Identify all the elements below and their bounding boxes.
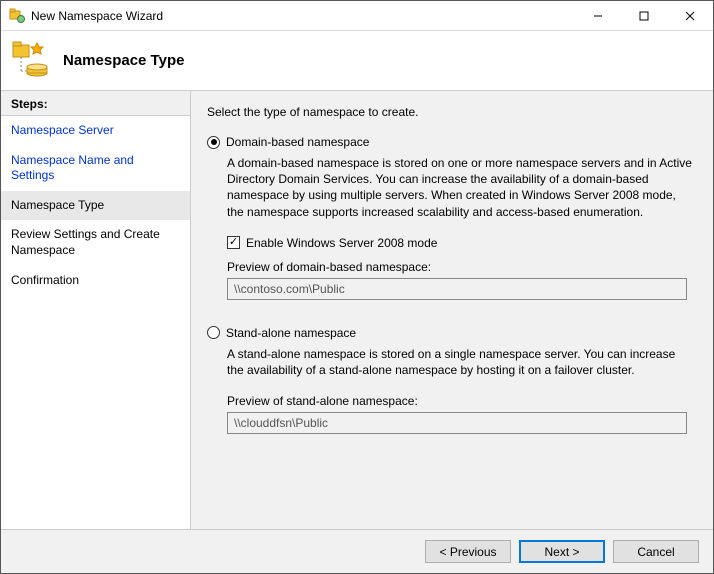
previous-button[interactable]: < Previous [425,540,511,563]
minimize-button[interactable] [575,1,621,31]
step-namespace-type: Namespace Type [1,191,190,221]
standalone-preview-label: Preview of stand-alone namespace: [227,394,693,408]
wizard-window: New Namespace Wizard [0,0,714,574]
close-button[interactable] [667,1,713,31]
window-title: New Namespace Wizard [31,9,575,23]
maximize-button[interactable] [621,1,667,31]
step-namespace-name[interactable]: Namespace Name and Settings [1,146,190,191]
checkbox-label: Enable Windows Server 2008 mode [246,236,437,250]
footer-buttons: < Previous Next > Cancel [1,529,713,573]
radio-domain-based[interactable]: Domain-based namespace [207,135,693,149]
step-namespace-server[interactable]: Namespace Server [1,116,190,146]
main-area: Steps: Namespace Server Namespace Name a… [1,91,713,529]
radio-label-domain: Domain-based namespace [226,135,369,149]
next-button[interactable]: Next > [519,540,605,563]
radio-icon [207,136,220,149]
radio-icon [207,326,220,339]
domain-preview-label: Preview of domain-based namespace: [227,260,693,274]
steps-sidebar: Steps: Namespace Server Namespace Name a… [1,91,191,529]
titlebar: New Namespace Wizard [1,1,713,31]
wizard-icon [11,41,51,81]
app-icon [9,8,25,24]
standalone-preview-field: \\clouddfsn\Public [227,412,687,434]
steps-header: Steps: [1,91,190,116]
checkbox-icon: ✓ [227,236,240,249]
cancel-button[interactable]: Cancel [613,540,699,563]
checkbox-2008-mode[interactable]: ✓ Enable Windows Server 2008 mode [227,236,693,250]
domain-description: A domain-based namespace is stored on on… [227,155,693,220]
instruction-text: Select the type of namespace to create. [207,105,693,119]
standalone-description: A stand-alone namespace is stored on a s… [227,346,693,378]
page-title: Namespace Type [63,52,184,69]
content-panel: Select the type of namespace to create. … [191,91,713,529]
step-confirmation: Confirmation [1,266,190,296]
domain-preview-field: \\contoso.com\Public [227,278,687,300]
radio-label-standalone: Stand-alone namespace [226,326,356,340]
header-banner: Namespace Type [1,31,713,91]
radio-standalone[interactable]: Stand-alone namespace [207,326,693,340]
step-review-settings: Review Settings and Create Namespace [1,220,190,265]
window-controls [575,1,713,31]
